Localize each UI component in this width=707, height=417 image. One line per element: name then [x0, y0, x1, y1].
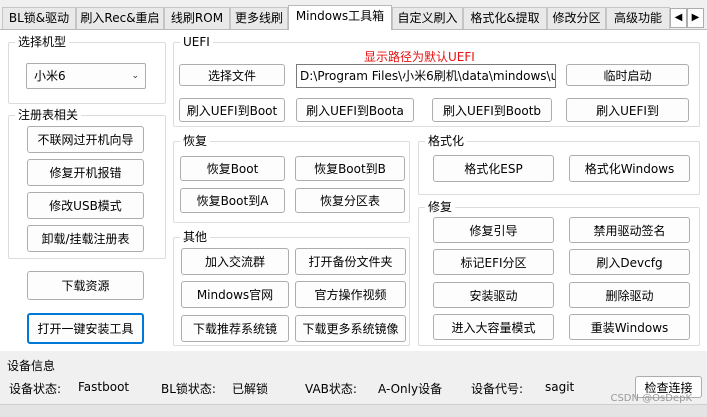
mass-storage-mode-button[interactable]: 进入大容量模式	[433, 314, 554, 340]
model-group: 选择机型 小米6 ⌄	[8, 35, 166, 104]
uefi-group: UEFI 显示路径为默认UEFI 选择文件 D:\Program Files\小…	[173, 35, 700, 127]
mount-unmount-registry-button[interactable]: 卸载/挂载注册表	[27, 225, 144, 252]
official-video-button[interactable]: 官方操作视频	[295, 281, 406, 308]
uefi-group-title: UEFI	[180, 35, 213, 49]
remove-driver-button[interactable]: 删除驱动	[569, 282, 690, 308]
vab-status-value: A-Only设备	[378, 382, 443, 396]
uefi-default-path-notice: 显示路径为默认UEFI	[364, 50, 475, 64]
background-window-strip	[0, 404, 707, 417]
model-group-title: 选择机型	[15, 35, 70, 49]
device-code-value: sagit	[545, 380, 575, 394]
device-code-label: 设备代号:	[471, 382, 524, 396]
uefi-path-input[interactable]: D:\Program Files\小米6刷机\data\mindows\uefi	[296, 64, 556, 88]
repair-group: 修复 修复引导 禁用驱动签名 标记EFI分区 刷入Devcfg 安装驱动 删除驱…	[418, 200, 700, 346]
bl-lock-status-label: BL锁状态:	[161, 382, 216, 396]
format-group: 格式化 格式化ESP 格式化Windows	[418, 134, 700, 195]
tab-strip: BL锁&驱动 刷入Rec&重启 线刷ROM 更多线刷 Mindows工具箱 自定…	[0, 5, 707, 30]
disable-driver-signature-button[interactable]: 禁用驱动签名	[569, 217, 690, 243]
tab-mindows-toolbox[interactable]: Mindows工具箱	[288, 5, 392, 30]
modify-usb-mode-button[interactable]: 修改USB模式	[27, 192, 144, 219]
tab-scroll-left-button[interactable]: ◀	[670, 8, 687, 28]
download-more-images-button[interactable]: 下载更多系统镜像	[295, 315, 406, 342]
restore-boot-button[interactable]: 恢复Boot	[180, 156, 285, 181]
fix-boot-error-button[interactable]: 修复开机报错	[27, 159, 144, 186]
tab-custom-flash[interactable]: 自定义刷入	[392, 7, 463, 29]
device-status-label: 设备状态:	[9, 382, 62, 396]
skip-oobe-offline-button[interactable]: 不联网过开机向导	[27, 126, 144, 153]
restore-boot-to-a-button[interactable]: 恢复Boot到A	[180, 188, 285, 213]
mindows-website-button[interactable]: Mindows官网	[181, 281, 289, 308]
tab-more-line-flash[interactable]: 更多线刷	[230, 7, 288, 29]
join-group-chat-button[interactable]: 加入交流群	[181, 248, 289, 275]
tab-bl-lock-driver[interactable]: BL锁&驱动	[2, 7, 76, 29]
restore-boot-to-b-button[interactable]: 恢复Boot到B	[295, 156, 405, 181]
format-group-title: 格式化	[425, 134, 468, 148]
device-info-title: 设备信息	[7, 359, 56, 373]
tab-modify-partition[interactable]: 修改分区	[547, 7, 606, 29]
format-windows-button[interactable]: 格式化Windows	[569, 155, 690, 182]
format-esp-button[interactable]: 格式化ESP	[433, 155, 554, 182]
other-group: 其他 加入交流群 打开备份文件夹 Mindows官网 官方操作视频 下载推荐系统…	[173, 230, 410, 346]
restore-group: 恢复 恢复Boot 恢复Boot到B 恢复Boot到A 恢复分区表	[173, 134, 410, 223]
tab-scroll-right-button[interactable]: ▶	[687, 8, 704, 28]
vab-status-label: VAB状态:	[305, 382, 357, 396]
tab-format-extract[interactable]: 格式化&提取	[463, 7, 547, 29]
chevron-right-icon: ▶	[691, 12, 700, 23]
bl-lock-status-value: 已解锁	[232, 382, 269, 396]
download-recommended-image-button[interactable]: 下载推荐系统镜	[181, 315, 289, 342]
other-group-title: 其他	[180, 230, 211, 244]
watermark: CSDN @OsDepK	[610, 393, 692, 404]
install-driver-button[interactable]: 安装驱动	[433, 282, 554, 308]
flash-uefi-to-button[interactable]: 刷入UEFI到	[566, 98, 689, 122]
tab-panel-mindows: 选择机型 小米6 ⌄ 注册表相关 不联网过开机向导 修复开机报错 修改USB模式…	[0, 29, 707, 351]
model-select[interactable]: 小米6 ⌄	[26, 63, 146, 89]
flash-uefi-boota-button[interactable]: 刷入UEFI到Boota	[296, 98, 414, 122]
tab-flash-rec-reboot[interactable]: 刷入Rec&重启	[76, 7, 164, 29]
flash-devcfg-button[interactable]: 刷入Devcfg	[569, 249, 690, 275]
open-backup-folder-button[interactable]: 打开备份文件夹	[295, 248, 406, 275]
reinstall-windows-button[interactable]: 重装Windows	[569, 314, 690, 340]
repair-bootloader-button[interactable]: 修复引导	[433, 217, 554, 243]
tab-advanced[interactable]: 高级功能	[606, 7, 670, 29]
registry-group-title: 注册表相关	[15, 108, 82, 122]
flash-uefi-boot-button[interactable]: 刷入UEFI到Boot	[179, 98, 285, 122]
select-file-button[interactable]: 选择文件	[179, 64, 285, 86]
mark-efi-partition-button[interactable]: 标记EFI分区	[433, 249, 554, 275]
chevron-down-icon: ⌄	[131, 71, 139, 81]
restore-partition-table-button[interactable]: 恢复分区表	[295, 188, 405, 213]
open-installer-button[interactable]: 打开一键安装工具	[27, 313, 144, 344]
chevron-left-icon: ◀	[674, 12, 683, 23]
flash-uefi-bootb-button[interactable]: 刷入UEFI到Bootb	[432, 98, 552, 122]
registry-group: 注册表相关 不联网过开机向导 修复开机报错 修改USB模式 卸载/挂载注册表	[8, 108, 166, 259]
tab-line-flash-rom[interactable]: 线刷ROM	[164, 7, 230, 29]
model-select-value: 小米6	[34, 69, 66, 83]
repair-group-title: 修复	[425, 200, 456, 214]
download-resources-button[interactable]: 下载资源	[27, 271, 144, 300]
device-status-value: Fastboot	[78, 380, 130, 394]
restore-group-title: 恢复	[180, 134, 211, 148]
temp-boot-button[interactable]: 临时启动	[566, 64, 689, 86]
